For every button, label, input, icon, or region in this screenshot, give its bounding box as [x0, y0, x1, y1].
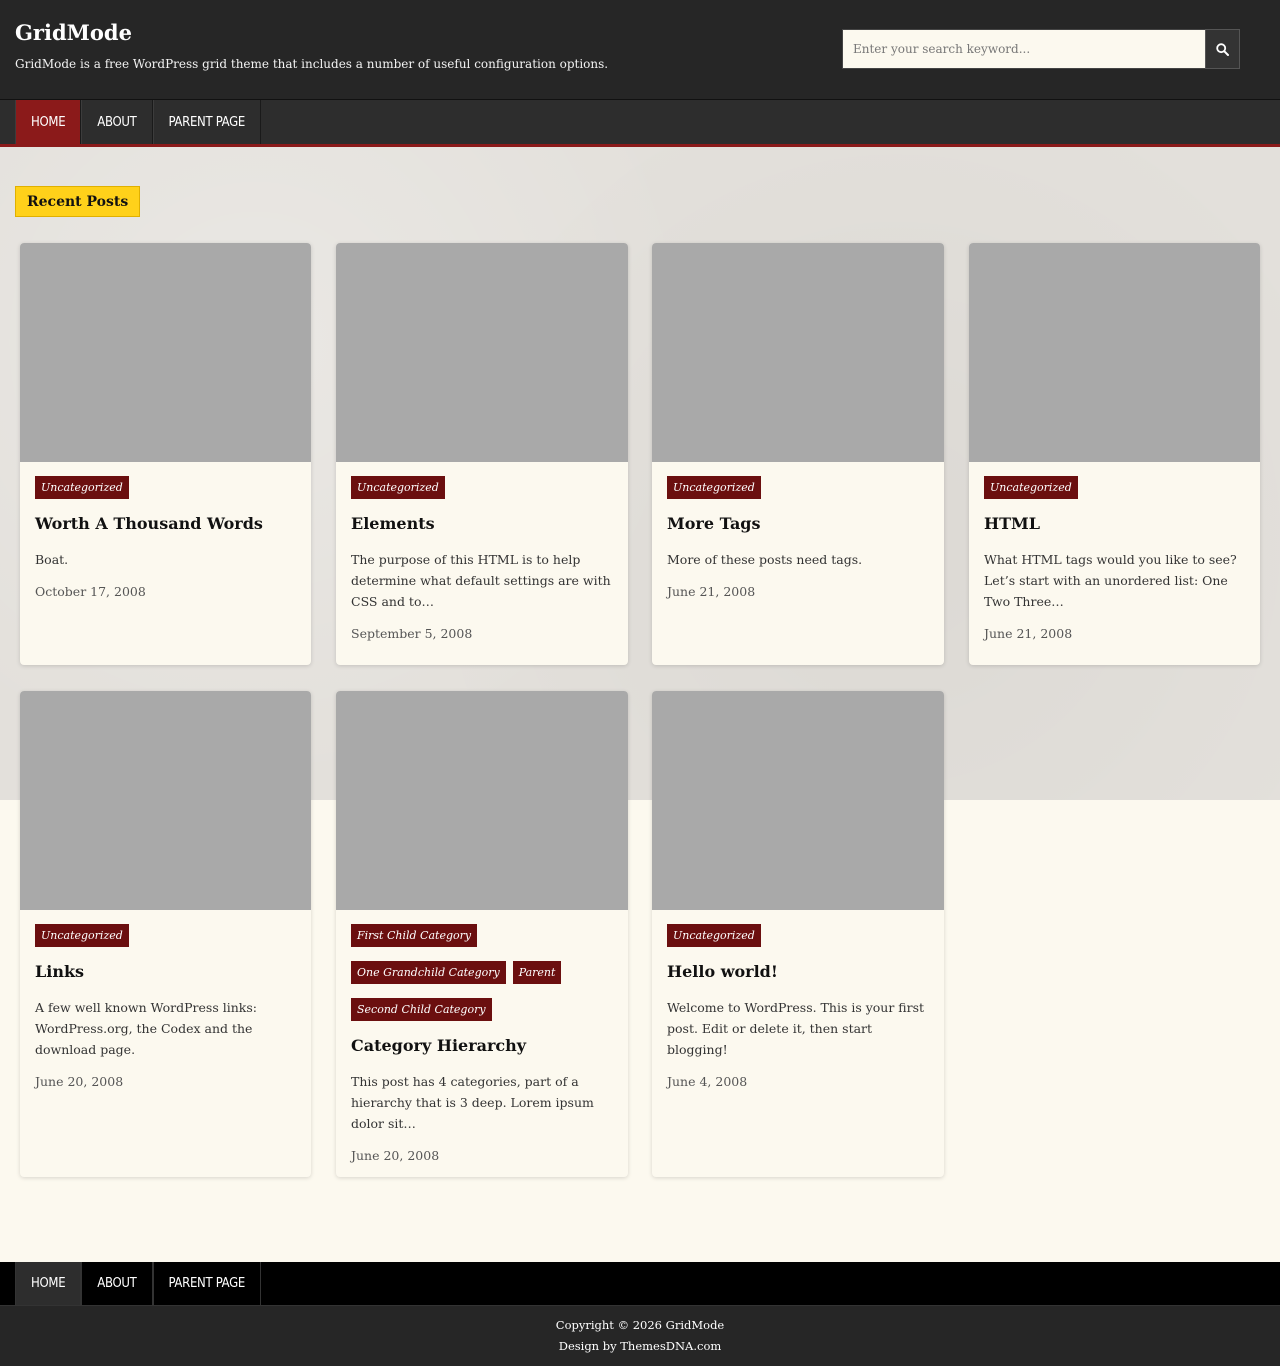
post-card: Uncategorized Hello world! Welcome to Word…: [652, 691, 944, 1177]
post-thumbnail[interactable]: [969, 243, 1260, 462]
category-badge[interactable]: Uncategorized: [351, 476, 445, 499]
site-title[interactable]: GridMode: [15, 20, 132, 45]
post-excerpt: More of these posts need tags.: [667, 552, 863, 567]
category-badge[interactable]: Second Child Category: [351, 998, 492, 1021]
post-title[interactable]: Category Hierarchy: [351, 1036, 613, 1055]
post-categories: Uncategorized: [667, 924, 929, 947]
post-body: Uncategorized Hello world! Welcome to Word…: [667, 924, 929, 1089]
post-thumbnail[interactable]: [336, 243, 628, 462]
post-excerpt: What HTML tags would you like to see? Le…: [984, 552, 1237, 609]
post-date: October 17, 2008: [35, 584, 146, 599]
category-badge[interactable]: One Grandchild Category: [351, 961, 506, 984]
nav-item-home[interactable]: HOME: [15, 100, 82, 144]
search-icon: [1216, 42, 1229, 56]
post-card: Uncategorized Elements The purpose of this…: [336, 243, 628, 665]
post-card: Uncategorized HTML What HTML tags would yo…: [969, 243, 1260, 665]
post-title[interactable]: More Tags: [667, 514, 929, 533]
post-thumbnail[interactable]: [336, 691, 628, 910]
search-input[interactable]: [843, 30, 1205, 68]
footer-nav: HOME ABOUT PARENT PAGE: [0, 1262, 1280, 1306]
category-badge[interactable]: Uncategorized: [667, 476, 761, 499]
post-body: Uncategorized Worth A Thousand Words Boat.…: [35, 476, 296, 599]
post-excerpt: Welcome to WordPress. This is your first…: [667, 1000, 925, 1057]
site-header: GridMode GridMode is a free WordPress gr…: [0, 0, 1280, 99]
post-card: Uncategorized More Tags More of these post…: [652, 243, 944, 665]
category-badge[interactable]: Uncategorized: [35, 924, 129, 947]
section-label: Recent Posts: [15, 186, 141, 217]
post-categories: Uncategorized: [667, 476, 929, 499]
search-field: [842, 29, 1206, 69]
post-excerpt: A few well known WordPress links: WordPr…: [35, 1000, 257, 1057]
post-body: Uncategorized More Tags More of these post…: [667, 476, 929, 599]
site-footer: Copyright © 2026 GridMode Design by Them…: [0, 1306, 1280, 1366]
post-excerpt: This post has 4 categories, part of a hi…: [351, 1074, 594, 1131]
post-card: First Child Category One Grandchild Categ…: [336, 691, 628, 1177]
nav-item-parent-page[interactable]: PARENT PAGE: [152, 100, 261, 144]
post-title[interactable]: Elements: [351, 514, 613, 533]
post-date: September 5, 2008: [351, 626, 473, 641]
post-body: Uncategorized Elements The purpose of this…: [351, 476, 613, 641]
category-badge[interactable]: Uncategorized: [35, 476, 129, 499]
post-title[interactable]: Links: [35, 962, 296, 981]
post-excerpt: Boat.: [35, 552, 69, 567]
post-card: Uncategorized Worth A Thousand Words Boat.…: [20, 243, 311, 665]
post-card: Uncategorized Links A few well known WordP…: [20, 691, 311, 1177]
post-categories: Uncategorized: [984, 476, 1245, 499]
post-body: First Child Category One Grandchild Categ…: [351, 924, 613, 1163]
site-description: GridMode is a free WordPress grid theme …: [15, 57, 609, 71]
post-date: June 20, 2008: [35, 1074, 124, 1089]
footer-nav-item-parent-page[interactable]: PARENT PAGE: [152, 1262, 261, 1305]
post-date: June 21, 2008: [984, 626, 1073, 641]
post-date: June 4, 2008: [667, 1074, 748, 1089]
category-badge[interactable]: Parent: [512, 961, 562, 984]
credit-link[interactable]: Design by ThemesDNA.com: [0, 1336, 1280, 1357]
post-thumbnail[interactable]: [20, 691, 311, 910]
post-categories: Uncategorized: [351, 476, 613, 499]
post-thumbnail[interactable]: [652, 243, 944, 462]
post-title[interactable]: Hello world!: [667, 962, 929, 981]
post-date: June 20, 2008: [351, 1148, 440, 1163]
post-thumbnail[interactable]: [652, 691, 944, 910]
post-categories: Uncategorized: [35, 924, 296, 947]
category-badge[interactable]: Uncategorized: [984, 476, 1078, 499]
nav-item-about[interactable]: ABOUT: [81, 100, 153, 144]
post-date: June 21, 2008: [667, 584, 756, 599]
post-categories: First Child Category One Grandchild Categ…: [351, 924, 613, 1021]
post-thumbnail[interactable]: [20, 243, 311, 462]
footer-nav-item-home[interactable]: HOME: [15, 1262, 82, 1305]
copyright-text: Copyright © 2026 GridMode: [555, 1318, 725, 1332]
post-categories: Uncategorized: [35, 476, 296, 499]
footer-nav-item-about[interactable]: ABOUT: [81, 1262, 153, 1305]
post-title[interactable]: Worth A Thousand Words: [35, 514, 296, 533]
post-body: Uncategorized HTML What HTML tags would yo…: [984, 476, 1245, 641]
post-body: Uncategorized Links A few well known WordP…: [35, 924, 296, 1089]
search-button[interactable]: [1205, 29, 1240, 69]
post-excerpt: The purpose of this HTML is to help dete…: [351, 552, 611, 609]
category-badge[interactable]: First Child Category: [351, 924, 478, 947]
category-badge[interactable]: Uncategorized: [667, 924, 761, 947]
main-nav: HOME ABOUT PARENT PAGE: [0, 99, 1280, 147]
post-title[interactable]: HTML: [984, 514, 1245, 533]
